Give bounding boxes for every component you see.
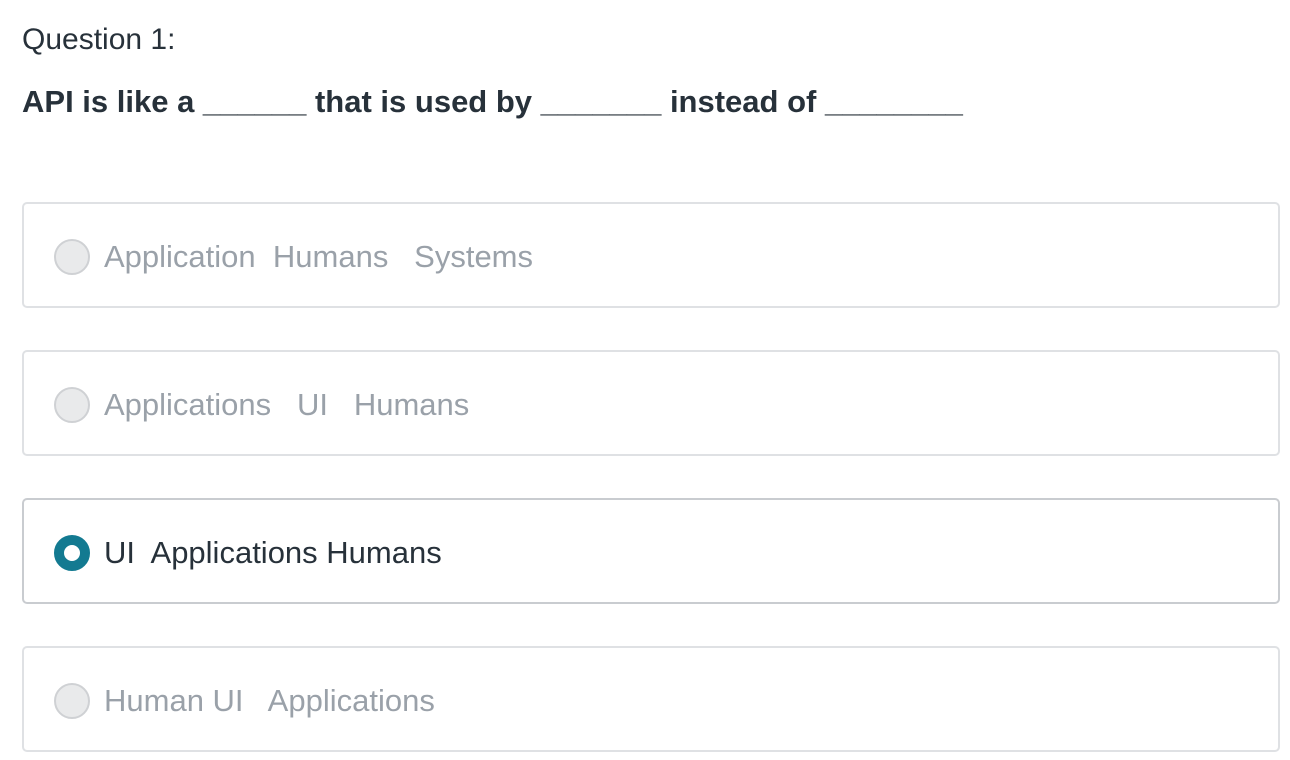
question-text: API is like a ______ that is used by ___…	[22, 84, 963, 119]
answer-option-3[interactable]: UI Applications Humans	[22, 498, 1280, 604]
answer-option-label: Application Humans Systems	[104, 239, 534, 274]
radio-button-icon[interactable]	[54, 683, 90, 719]
answer-option-2[interactable]: Applications UI Humans	[22, 350, 1280, 456]
answer-option-label: Applications UI Humans	[104, 387, 470, 422]
answer-option-1[interactable]: Application Humans Systems	[22, 202, 1280, 308]
radio-button-icon[interactable]	[54, 387, 90, 423]
answer-option-label: Human UI Applications	[104, 683, 435, 718]
question-number: Question 1:	[22, 23, 176, 56]
answer-option-4[interactable]: Human UI Applications	[22, 646, 1280, 752]
radio-button-selected-icon[interactable]	[54, 535, 90, 571]
radio-button-icon[interactable]	[54, 239, 90, 275]
answer-option-label: UI Applications Humans	[104, 535, 442, 570]
